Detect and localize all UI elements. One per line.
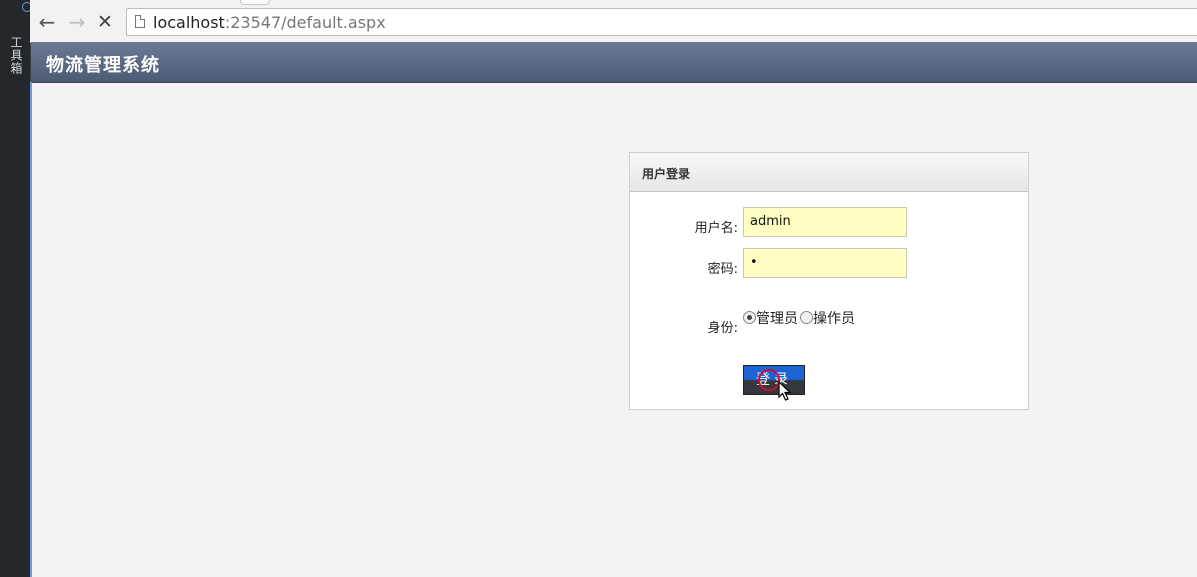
click-indicator-ring: [758, 369, 780, 391]
password-label: 密码:: [707, 262, 738, 277]
login-panel: 用户登录 用户名: admin 密码: • 身份: 管理员 操作员 登录: [629, 152, 1029, 410]
back-arrow-icon[interactable]: ←: [36, 11, 58, 33]
stop-x-icon[interactable]: ✕: [94, 11, 116, 33]
login-title: 用户登录: [642, 167, 691, 181]
password-input[interactable]: •: [743, 248, 907, 278]
username-input[interactable]: admin: [743, 207, 907, 237]
url-path: :23547/default.aspx: [224, 13, 386, 32]
page-edge-divider: [30, 82, 32, 577]
forward-arrow-icon[interactable]: →: [66, 11, 88, 33]
login-button[interactable]: 登录: [743, 365, 805, 395]
login-panel-header: 用户登录: [630, 153, 1028, 192]
url-host: localhost: [153, 13, 225, 32]
new-tab-stub[interactable]: [240, 0, 270, 5]
url-text: localhost:23547/default.aspx: [153, 13, 386, 32]
left-tool-strip: 工具箱: [0, 0, 32, 577]
browser-toolbar: ← → ✕ localhost:23547/default.aspx: [30, 0, 1197, 43]
page-icon: [135, 15, 145, 28]
app-header: 物流管理系统: [31, 42, 1197, 83]
role-admin-label[interactable]: 管理员: [756, 311, 798, 327]
mouse-cursor-icon: [778, 381, 792, 401]
role-label: 身份:: [707, 321, 738, 336]
app-title: 物流管理系统: [46, 55, 160, 76]
role-operator-label[interactable]: 操作员: [813, 311, 855, 327]
role-admin-radio[interactable]: [743, 311, 756, 324]
role-operator-radio[interactable]: [800, 311, 813, 324]
username-label: 用户名:: [694, 221, 738, 236]
role-radio-group: 管理员 操作员: [743, 308, 857, 328]
toolbox-tab[interactable]: 工具箱: [8, 36, 25, 75]
address-bar[interactable]: localhost:23547/default.aspx: [126, 8, 1197, 36]
